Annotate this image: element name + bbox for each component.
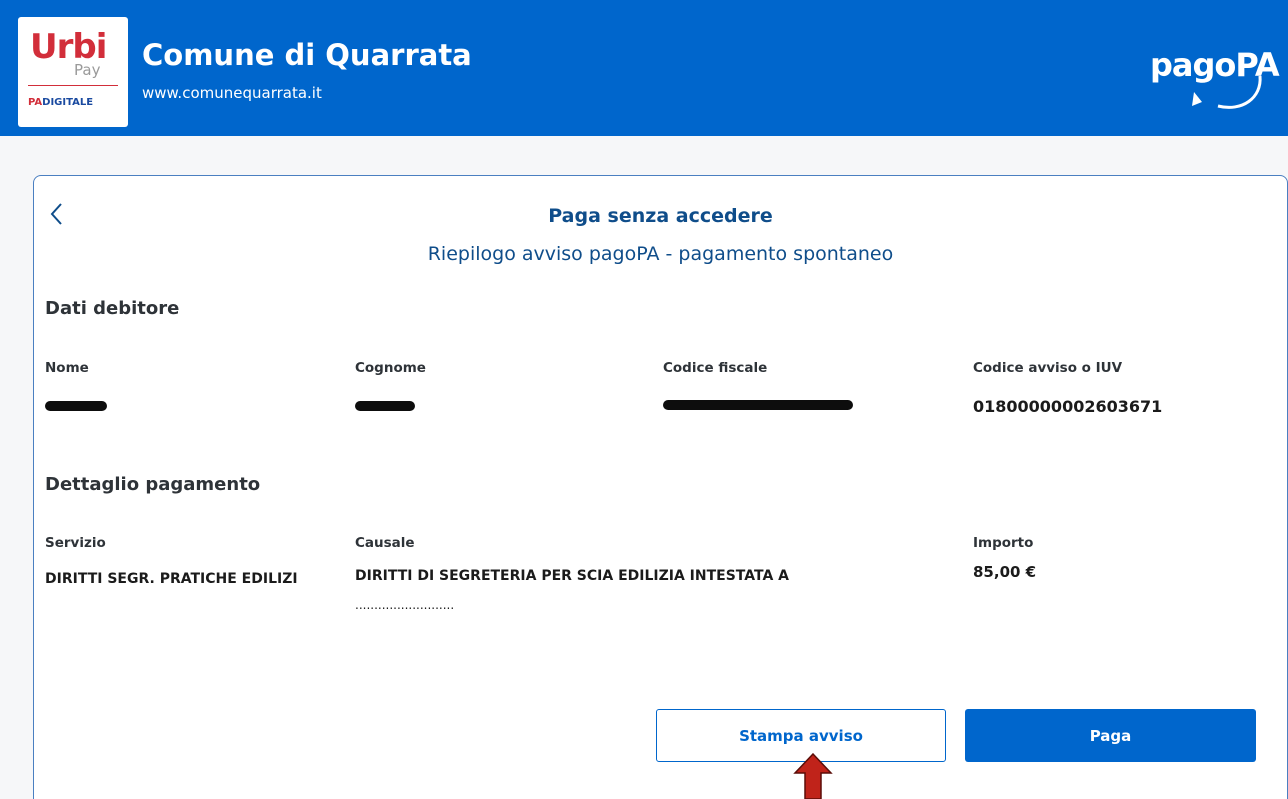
print-notice-label: Stampa avviso: [739, 726, 863, 745]
page-subtitle: Riepilogo avviso pagoPA - pagamento spon…: [427, 243, 894, 265]
fiscal-code-redacted: [663, 400, 853, 410]
payment-heading: Dettaglio pagamento: [45, 474, 261, 495]
debtor-heading: Dati debitore: [45, 298, 180, 319]
header-bar: Urbi Pay PADIGITALE Comune di Quarrata w…: [0, 0, 1288, 136]
name-redacted: [45, 401, 107, 411]
reason-value-line1: DIRITTI DI SEGRETERIA PER SCIA EDILIZIA …: [355, 568, 790, 584]
logo-pay-text: Pay: [74, 61, 101, 79]
fiscal-code-label: Codice fiscale: [663, 360, 768, 376]
service-value: DIRITTI SEGR. PRATICHE EDILIZI: [45, 571, 298, 587]
logo-divider: [28, 85, 118, 86]
pagopa-swoosh-icon: [1192, 75, 1262, 109]
site-url[interactable]: www.comunequarrata.it: [142, 84, 322, 102]
pagopa-logo: pagoPA: [1150, 46, 1280, 116]
reason-label: Causale: [355, 535, 415, 551]
surname-label: Cognome: [355, 360, 426, 376]
amount-value: 85,00 €: [973, 563, 1037, 581]
reason-value-line2: ..........................: [355, 598, 455, 612]
page-title: Paga senza accedere: [548, 205, 773, 227]
name-label: Nome: [45, 360, 89, 376]
annotation-arrow-icon: [793, 753, 833, 799]
urbipay-logo: Urbi Pay PADIGITALE: [18, 17, 128, 127]
site-title[interactable]: Comune di Quarrata: [142, 38, 472, 72]
logo-padigitale: PADIGITALE: [28, 97, 94, 108]
pay-button[interactable]: Paga: [965, 709, 1256, 762]
iuv-label: Codice avviso o IUV: [973, 360, 1123, 376]
amount-label: Importo: [973, 535, 1034, 551]
service-label: Servizio: [45, 535, 106, 551]
pay-label: Paga: [1089, 726, 1132, 745]
iuv-value: 01800000002603671: [973, 397, 1163, 416]
surname-redacted: [355, 401, 415, 411]
